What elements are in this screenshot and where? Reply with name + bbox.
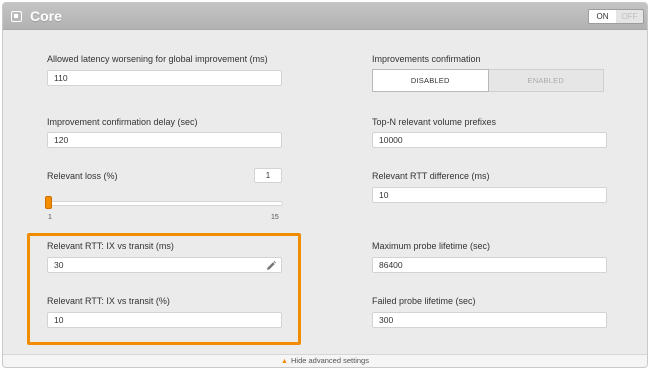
toggle-off-button[interactable]: OFF: [616, 10, 643, 23]
triangle-up-icon: ▲: [281, 358, 288, 365]
topn-label: Top-N relevant volume prefixes: [372, 117, 497, 127]
core-settings-icon: [11, 11, 22, 22]
latency-input[interactable]: 110: [47, 70, 282, 86]
disabled-option-button[interactable]: DISABLED: [372, 69, 489, 92]
max-probe-label: Maximum probe lifetime (sec): [372, 241, 491, 251]
hide-advanced-settings-link[interactable]: ▲ Hide advanced settings: [3, 354, 647, 367]
on-off-toggle[interactable]: ON OFF: [588, 9, 644, 24]
loss-value-input[interactable]: 1: [254, 168, 282, 183]
footer-label: Hide advanced settings: [290, 356, 369, 365]
topn-input[interactable]: 10000: [372, 132, 607, 148]
rtt-diff-input[interactable]: 10: [372, 187, 607, 203]
core-settings-panel: Core ON OFF Allowed latency worsening fo…: [2, 2, 648, 368]
confirm-label: Improvements confirmation: [372, 54, 481, 64]
latency-label: Allowed latency worsening for global imp…: [47, 54, 268, 64]
failed-probe-input[interactable]: 300: [372, 312, 607, 328]
panel-title: Core: [30, 8, 62, 24]
confirmation-segmented-control[interactable]: DISABLED ENABLED: [372, 69, 604, 92]
rtt-diff-label: Relevant RTT difference (ms): [372, 171, 490, 181]
slider-min-label: 1: [48, 214, 52, 221]
enabled-option-button[interactable]: ENABLED: [488, 69, 604, 92]
highlight-box: [27, 233, 301, 345]
loss-label: Relevant loss (%): [47, 171, 118, 181]
max-probe-input[interactable]: 86400: [372, 257, 607, 273]
delay-label: Improvement confirmation delay (sec): [47, 117, 198, 127]
failed-probe-label: Failed probe lifetime (sec): [372, 296, 476, 306]
toggle-on-button[interactable]: ON: [589, 10, 616, 23]
slider-max-label: 15: [271, 214, 279, 221]
loss-slider-track[interactable]: [48, 201, 283, 206]
loss-slider-handle[interactable]: [45, 196, 52, 209]
panel-header: Core ON OFF: [3, 3, 647, 30]
delay-input[interactable]: 120: [47, 132, 282, 148]
